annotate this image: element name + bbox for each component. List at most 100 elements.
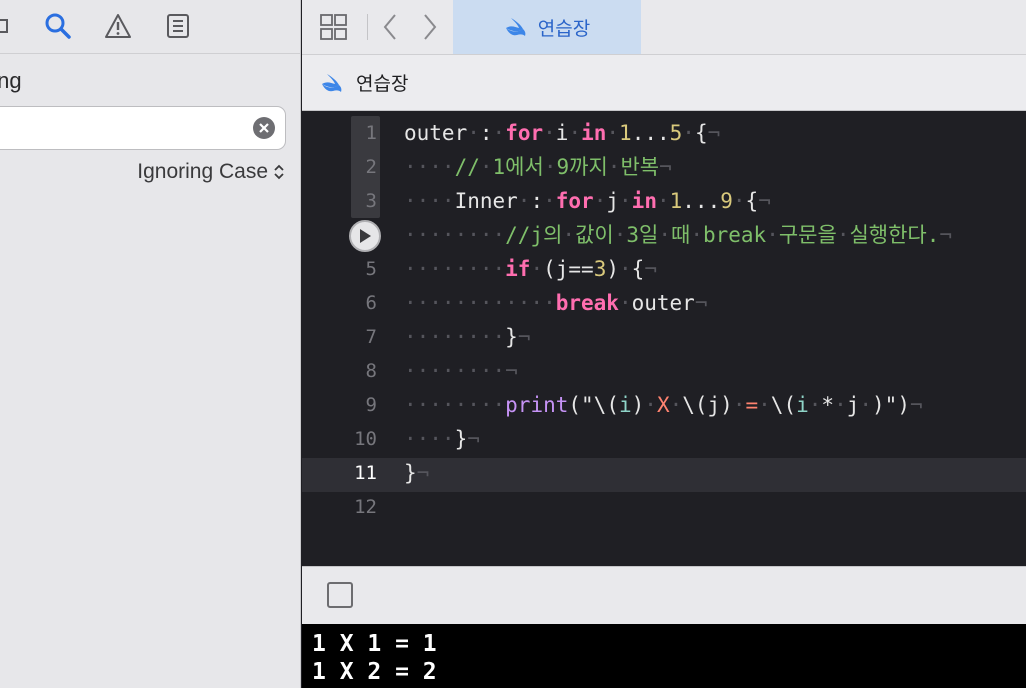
console-toggle-button[interactable] [327, 582, 353, 608]
code-text: ········print("\(i)·X·\(j)·=·\(i·*·j·)")… [404, 388, 923, 422]
line-number: 2 [365, 156, 377, 178]
code-token: · [543, 189, 556, 213]
console-line: 1 X 1 = 1 [312, 631, 437, 657]
code-token: · [682, 121, 695, 145]
code-token: break [555, 291, 619, 315]
code-token: · [836, 223, 850, 247]
code-token: · [492, 121, 506, 145]
code-line[interactable]: 2 ····//·1에서·9까지·반복¬ [302, 150, 1026, 184]
code-text: ····}¬ [404, 422, 480, 456]
code-token: · [613, 223, 627, 247]
search-field[interactable] [0, 106, 286, 150]
code-line[interactable]: 1 outer·:·for·i·in·1...5·{¬ [302, 116, 1026, 150]
code-token: : [479, 121, 493, 145]
code-token: { [631, 257, 645, 281]
code-token: ¬ [758, 189, 771, 213]
code-line[interactable]: 3 ····Inner·:·for·j·in·1...9·{¬ [302, 184, 1026, 218]
swift-icon [322, 73, 342, 92]
tab-label: 연습장 [537, 17, 591, 40]
code-token: · [618, 291, 632, 315]
code-token: · [593, 189, 607, 213]
code-token: · [656, 189, 670, 213]
code-editor[interactable]: 1 outer·:·for·i·in·1...5·{¬ 2 ····//·1에서·9까… [302, 112, 1026, 566]
code-token: ¬ [644, 257, 657, 281]
code-token: · [766, 223, 779, 247]
code-line[interactable]: 9 ········print("\(i)·X·\(j)·=·\(i·*·j·)"… [302, 388, 1026, 422]
code-line[interactable]: 5 ········if·(j==3)·{¬ [302, 252, 1026, 286]
code-line[interactable]: 12 [302, 490, 1026, 524]
navigator-panel: hing Ignoring Case [0, 0, 301, 688]
code-token: 5 [669, 121, 683, 145]
code-token: if [505, 257, 531, 281]
code-token: \(j) [682, 393, 733, 417]
code-token: 때 [670, 223, 691, 247]
code-text: outer·:·for·i·in·1...5·{¬ [404, 116, 720, 150]
chevron-left-icon [383, 14, 396, 40]
code-token: //j의 [505, 223, 563, 247]
code-token: // [454, 155, 480, 179]
code-token: 1에서 [492, 155, 544, 179]
code-line[interactable]: 6 ············break·outer¬ [302, 286, 1026, 320]
editor-area: 연습장 연습장 1 outer·:·for·i·in·1...5·{¬ 2 ····/… [302, 0, 1026, 688]
code-token: · [467, 121, 480, 145]
run-to-line-button[interactable] [349, 220, 381, 252]
code-token: j [606, 189, 620, 213]
code-token: · [619, 189, 632, 213]
code-token: 구문을 [778, 223, 837, 247]
code-line[interactable]: 4········//j의·값이·3일·때·break·구문을·실행한다.¬ [302, 218, 1026, 252]
code-token: (" [568, 393, 594, 417]
code-token: 3 [593, 257, 607, 281]
code-text: }¬ [404, 456, 429, 490]
case-sensitivity-select[interactable]: Ignoring Case [137, 160, 284, 184]
code-line[interactable]: 7 ········}¬ [302, 320, 1026, 354]
code-token: ········ [404, 257, 506, 281]
warning-icon[interactable] [103, 10, 133, 42]
code-token: · [732, 189, 746, 213]
back-button[interactable] [378, 10, 402, 44]
list-icon[interactable] [163, 10, 193, 42]
code-token: : [530, 189, 544, 213]
line-number: 5 [365, 258, 377, 280]
code-token: in [581, 121, 607, 145]
search-icon[interactable] [43, 10, 73, 42]
chevron-right-icon [424, 14, 437, 40]
jump-bar[interactable]: 연습장 [302, 55, 1026, 111]
line-number: 12 [354, 496, 377, 518]
code-token: X [656, 393, 670, 417]
console-output: 1 X 1 = 1 1 X 2 = 2 [302, 624, 1026, 688]
code-token: ···· [404, 427, 455, 451]
swift-icon [505, 18, 526, 36]
code-line[interactable]: 11}¬ [302, 456, 1026, 490]
code-text: ····Inner·:·for·j·in·1...9·{¬ [404, 184, 771, 218]
hierarchy-icon[interactable] [0, 10, 16, 42]
code-token: break [702, 223, 767, 247]
code-token: ········¬ [404, 359, 518, 383]
code-token: print [505, 393, 569, 417]
clear-search-button[interactable] [253, 117, 275, 139]
line-number: 6 [365, 292, 377, 314]
forward-button[interactable] [418, 10, 442, 44]
code-token: 실행한다. [849, 223, 940, 247]
code-token: ... [631, 121, 670, 145]
code-token: ) [631, 393, 645, 417]
grid-icon[interactable] [318, 10, 350, 44]
code-token: in [631, 189, 657, 213]
code-token: * [821, 393, 835, 417]
jumpbar-title: 연습장 [356, 73, 409, 95]
code-line[interactable]: 10 ····}¬ [302, 422, 1026, 456]
code-token: ········ [404, 223, 506, 247]
code-token: · [732, 393, 746, 417]
code-token: )") [872, 393, 910, 417]
code-token: } [404, 461, 417, 485]
console-line: 1 X 2 = 2 [312, 659, 437, 685]
code-token: · [606, 121, 620, 145]
code-token: } [505, 325, 518, 349]
code-token: i [618, 393, 632, 417]
code-token: for [505, 121, 544, 145]
line-number: 9 [365, 394, 377, 416]
chevron-updown-icon [274, 164, 284, 180]
code-line[interactable]: 8 ········¬ [302, 354, 1026, 388]
code-token: 1 [619, 121, 632, 145]
navigator-heading: hing [0, 68, 22, 93]
tab-playground[interactable]: 연습장 [453, 0, 641, 54]
